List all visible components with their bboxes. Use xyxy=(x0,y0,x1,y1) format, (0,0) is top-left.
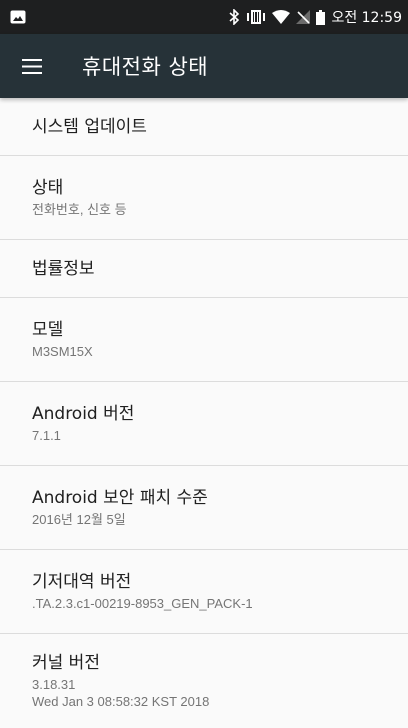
model-item[interactable]: 모델 M3SM15X xyxy=(0,298,408,382)
item-title: 시스템 업데이트 xyxy=(32,116,147,137)
no-sim-icon xyxy=(296,10,311,24)
battery-icon xyxy=(316,9,326,25)
item-summary: 7.1.1 xyxy=(32,428,61,443)
status-time: 오전 12:59 xyxy=(331,10,402,26)
settings-list: 시스템 업데이트 상태 전화번호, 신호 등 법률정보 모델 M3SM15X A… xyxy=(0,98,408,728)
legal-info-item[interactable]: 법률정보 xyxy=(0,240,408,298)
item-summary: 전화번호, 신호 등 xyxy=(32,202,127,217)
item-summary: M3SM15X xyxy=(32,344,93,359)
item-title: 기저대역 버전 xyxy=(32,572,132,592)
hamburger-menu-icon xyxy=(22,58,42,74)
wifi-icon xyxy=(272,10,291,24)
menu-button[interactable] xyxy=(4,34,60,98)
item-summary: 3.18.31 xyxy=(32,677,76,692)
vibrate-icon xyxy=(246,10,266,24)
system-update-item[interactable]: 시스템 업데이트 xyxy=(0,98,408,156)
item-title: 법률정보 xyxy=(32,258,95,279)
item-title: 커널 버전 xyxy=(32,653,100,673)
item-title: Android 보안 패치 수준 xyxy=(32,488,208,508)
app-bar: 휴대전화 상태 xyxy=(0,34,408,98)
image-notification-icon xyxy=(10,10,26,24)
item-title: 상태 xyxy=(32,178,64,198)
security-patch-item[interactable]: Android 보안 패치 수준 2016년 12월 5일 xyxy=(0,466,408,550)
page-title: 휴대전화 상태 xyxy=(82,55,209,79)
kernel-version-item[interactable]: 커널 버전 3.18.31 Wed Jan 3 08:58:32 KST 201… xyxy=(0,634,408,728)
status-bar: 오전 12:59 xyxy=(0,0,408,34)
item-title: 모델 xyxy=(32,320,64,340)
status-item[interactable]: 상태 전화번호, 신호 등 xyxy=(0,156,408,240)
item-summary-line-2: Wed Jan 3 08:58:32 KST 2018 xyxy=(32,694,210,709)
item-summary: 2016년 12월 5일 xyxy=(32,512,126,527)
item-title: Android 버전 xyxy=(32,404,135,424)
android-version-item[interactable]: Android 버전 7.1.1 xyxy=(0,382,408,466)
item-summary: .TA.2.3.c1-00219-8953_GEN_PACK-1 xyxy=(32,596,253,611)
baseband-version-item[interactable]: 기저대역 버전 .TA.2.3.c1-00219-8953_GEN_PACK-1 xyxy=(0,550,408,634)
bluetooth-icon xyxy=(228,9,240,25)
